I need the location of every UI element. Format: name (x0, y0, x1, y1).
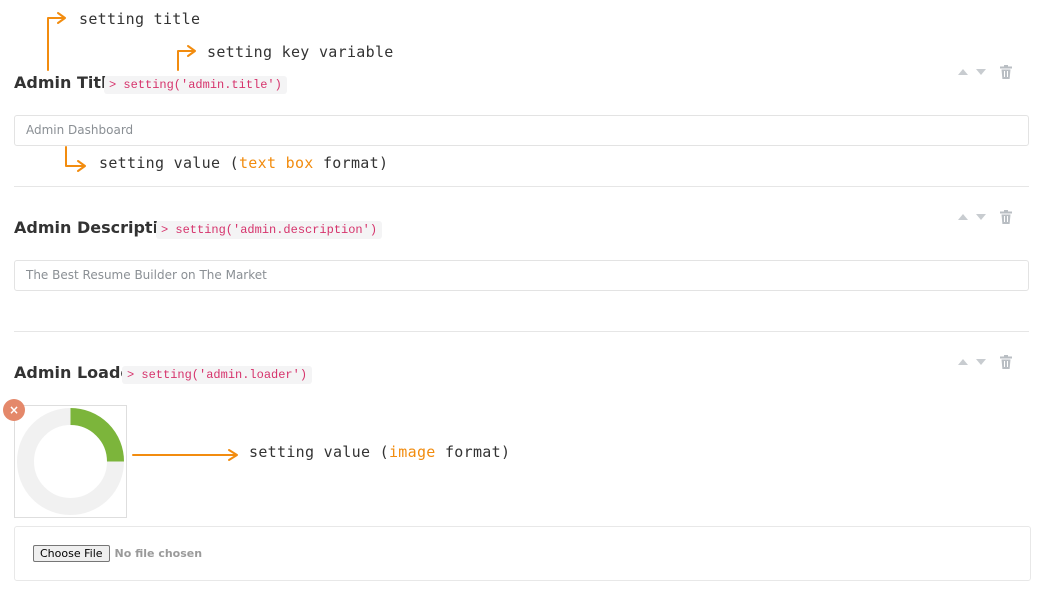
setting-controls (958, 210, 1012, 224)
annotation-suffix: format) (313, 154, 389, 172)
annotation-highlight: image (388, 443, 436, 461)
setting-key: > setting('admin.description') (156, 221, 383, 239)
arrow-down-icon[interactable] (976, 214, 986, 220)
loader-image-thumbnail (14, 405, 127, 518)
remove-image-button[interactable]: × (3, 399, 25, 421)
trash-icon[interactable] (1000, 65, 1012, 79)
trash-icon[interactable] (1000, 355, 1012, 369)
trash-icon[interactable] (1000, 210, 1012, 224)
annotation-setting-title: setting title (79, 10, 201, 28)
choose-file-button[interactable]: Choose File (33, 545, 110, 562)
setting-key: > setting('admin.loader') (122, 366, 313, 384)
annotation-setting-key: setting key variable (207, 43, 394, 61)
arrow-up-icon[interactable] (958, 69, 968, 75)
divider (14, 331, 1029, 332)
annotation-setting-value-text: setting value (text box format) (99, 154, 388, 172)
annotation-prefix: setting value ( (249, 443, 389, 461)
setting-value-input[interactable]: Admin Dashboard (14, 115, 1029, 146)
annotation-highlight: text box (238, 154, 314, 172)
file-input: Choose File No file chosen (33, 545, 202, 562)
setting-key: > setting('admin.title') (104, 76, 287, 94)
loader-arc (70, 408, 124, 462)
setting-controls (958, 65, 1012, 79)
divider (14, 186, 1029, 187)
annotation-suffix: format) (435, 443, 511, 461)
setting-title: Admin Loader (14, 363, 140, 382)
setting-controls (958, 355, 1012, 369)
arrow-up-icon[interactable] (958, 359, 968, 365)
annotation-setting-value-image: setting value (image format) (249, 443, 510, 461)
setting-value-input[interactable]: The Best Resume Builder on The Market (14, 260, 1029, 291)
arrow-down-icon[interactable] (976, 69, 986, 75)
loader-ring-image (17, 408, 124, 515)
setting-title: Admin Title (14, 73, 118, 92)
arrow-up-icon[interactable] (958, 214, 968, 220)
file-status: No file chosen (114, 547, 203, 560)
annotation-prefix: setting value ( (99, 154, 239, 172)
arrow-down-icon[interactable] (976, 359, 986, 365)
